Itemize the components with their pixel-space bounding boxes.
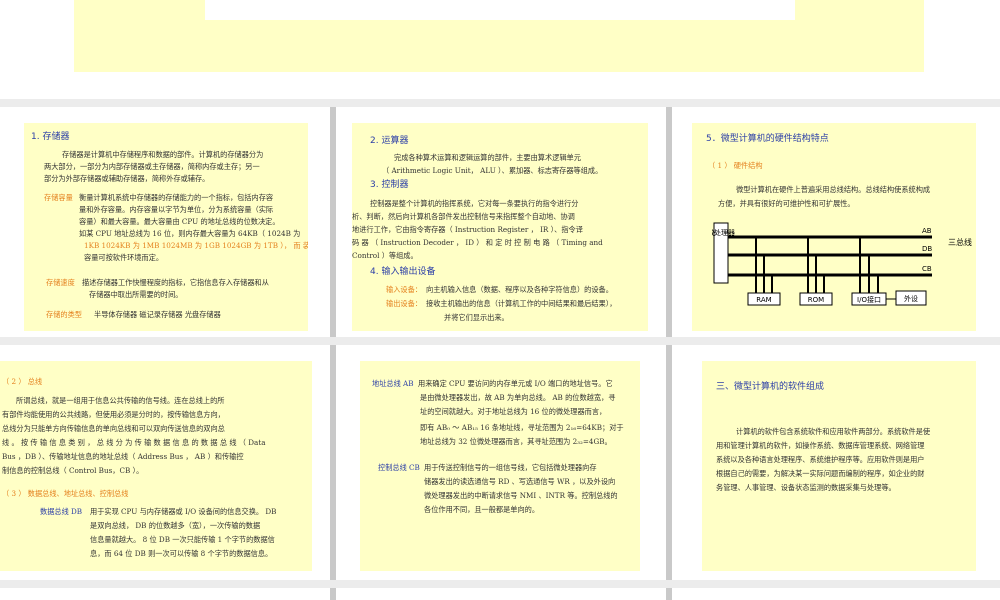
body-line: 容量）和最大容量。最大容量由 CPU 的地址总线的位数决定。 <box>79 217 280 226</box>
gap-band <box>0 580 1000 588</box>
section-title: 3. 控制器 <box>370 180 409 190</box>
body-line: 衡量计算机系统中存储器的存储能力的一个指标，包括内存容 <box>79 193 274 202</box>
section-title: 1. 存储器 <box>31 132 70 142</box>
slide-bus-intro[interactable]: （ 2 ） 总线 所谓总线，就是一组用于信息公共传输的信号线。连在总线上的所 有… <box>0 345 330 580</box>
gap-band <box>0 99 1000 107</box>
body-line: 信息量就越大。 8 位 DB 一次只能传输 1 个字节的数据信 <box>90 535 275 544</box>
body-line: 总线分为只能单方向传输信息的单向总线和可以双向传送信息的双向总 <box>2 424 225 433</box>
body-line: 是由微处理器发出，故 AB 为单向总线。 AB 的位数越宽，寻 <box>420 393 616 402</box>
yellow-panel: 地址总线 AB 用来确定 CPU 要访问的内存单元或 I/O 端口的地址信号。它… <box>360 361 640 571</box>
body-line: Bus ，DB ）、传输地址信息的地址总线（ Address Bus ， AB … <box>2 452 244 461</box>
body-line: 各位作用不同，且一般都是单向的。 <box>424 505 540 514</box>
slide-software[interactable]: 三、微型计算机的软件组成 计算机的软件包含系统软件和应用软件两部分。系统软件是使… <box>672 345 1000 580</box>
body-line: 即有 AB₀ ～ AB₁₅ 16 条地址线，寻址范围为 2₁₆=64KB；对于 <box>420 423 624 432</box>
term-label: 存储的类型 <box>46 310 82 319</box>
body-line: 线 。 按 传 输 信 息 类 别 ， 总 线 分 为 传 输 数 据 信 息 … <box>2 438 266 447</box>
io-label: I/O接口 <box>857 295 881 304</box>
section-title: 2. 运算器 <box>370 136 409 146</box>
yellow-panel: 5．微型计算机的硬件结构特点 （ 1 ） 硬件结构 微型计算机在硬件上普遍采用总… <box>692 123 976 331</box>
body-line: 控制器是整个计算机的指挥系统，它对每一条要执行的指令进行分 <box>370 199 579 208</box>
rom-label: ROM <box>808 296 824 304</box>
white-header-strip <box>205 0 795 20</box>
body-line: 向主机输入信息（数据、程序以及各种字符信息）的设备。 <box>426 285 613 294</box>
body-line: 用于传送控制信号的一组信号线，它包括微处理器向存 <box>424 463 597 472</box>
ab-label: AB <box>922 227 932 235</box>
slide-alu-controller[interactable]: 2. 运算器 完成各种算术运算和逻辑运算的部件，主要由算术逻辑单元 （ Arit… <box>336 107 666 337</box>
ram-label: RAM <box>756 296 771 304</box>
slide-bottom-right[interactable] <box>672 588 1000 600</box>
bus-label: 三总线 <box>948 237 972 247</box>
cb-label: CB <box>922 265 932 273</box>
body-line: 根据自己的需要，为解决某一实际问题而编制的程序，如企业的财 <box>716 469 925 478</box>
body-line: 有部件均能使用的公共线路，但使用必须是分时的，按传输信息方向， <box>2 410 225 419</box>
term-label: 控制总线 CB <box>378 463 420 472</box>
body-line: 容量可按软件环境而定。 <box>84 253 164 262</box>
yellow-panel: （ 2 ） 总线 所谓总线，就是一组用于信息公共传输的信号线。连在总线上的所 有… <box>0 361 312 571</box>
body-line: 地址总线为 32 位微处理器而言，其寻址范围为 2₃₂=4GB。 <box>420 437 612 446</box>
slide-top[interactable] <box>0 0 1000 99</box>
body-line: 是双向总线， DB 的位数越多（宽），一次传输的数据 <box>90 521 261 530</box>
body-line: 接收主机输出的信息（计算机工作的中间结果和最后结果）， <box>426 299 617 308</box>
body-line: 描述存储器工作快慢程度的指标，它指信息存入存储器和从 <box>82 278 269 287</box>
term-label: 输入设备： <box>386 285 422 294</box>
yellow-panel: 2. 运算器 完成各种算术运算和逻辑运算的部件，主要由算术逻辑单元 （ Arit… <box>352 123 648 331</box>
body-line: 存储器中取出所需要的时间。 <box>89 290 183 299</box>
section-title: 三、微型计算机的软件组成 <box>716 382 825 392</box>
body-line: 用于实现 CPU 与内存储器或 I/O 设备间的信息交换。 DB <box>90 507 277 516</box>
section-title: （ 2 ） 总线 <box>2 377 43 386</box>
body-line: 并将它们显示出来。 <box>444 313 509 322</box>
slide-bottom-middle[interactable] <box>336 588 666 600</box>
body-line: 务管理、人事管理、设备状态监测的数据采集与处理等。 <box>716 483 896 492</box>
bus-connectors <box>755 237 879 293</box>
gap-band <box>0 337 1000 345</box>
body-line: 析、判断，然后向计算机各部件发出控制信号来指挥整个自动地、协调 <box>352 212 575 221</box>
body-line: 微型计算机在硬件上普遍采用总线结构。总线结构使系统构成 <box>736 185 931 194</box>
term-label: 输出设备： <box>386 299 422 308</box>
body-line: 1KB 1024KB 为 1MB 1024MB 为 1GB 1024GB 为 1… <box>84 241 308 250</box>
body-line: 码 器 （ Instruction Decoder ， ID ） 和 定 时 控… <box>352 238 603 247</box>
section-title: 4. 输入输出设备 <box>370 267 436 277</box>
term-label: 数据总线 DB <box>40 507 83 516</box>
body-line: 所谓总线，就是一组用于信息公共传输的信号线。连在总线上的所 <box>16 396 225 405</box>
body-line: 方便，并具有很好的可维护性和可扩展性。 <box>718 199 855 208</box>
body-line: 用和管理计算机的软件，如操作系统、数据库管理系统、网络管理 <box>716 441 925 450</box>
body-line: 计算机的软件包含系统软件和应用软件两部分。系统软件是使 <box>736 427 931 436</box>
slide-storage[interactable]: 1. 存储器 存储器是计算机中存储程序和数据的部件。计算机的存储器分为 两大部分… <box>0 107 330 337</box>
term-label: 存储速度 <box>46 278 75 287</box>
yellow-panel: 三、微型计算机的软件组成 计算机的软件包含系统软件和应用软件两部分。系统软件是使… <box>702 361 976 571</box>
body-line: 储器发出的读选通信号 RD 、写选通信号 WR ，以及外设向 <box>424 477 616 486</box>
device-label: 外设 <box>904 294 918 303</box>
bus-diagram: 微处理器 AB DB CB 三总线 RAM ROM I/O接口 外设 <box>712 222 972 306</box>
body-line: （ Arithmetic Logic Unit， ALU ）、累加器、标志寄存器… <box>382 166 603 175</box>
subsection-title: （ 1 ） 硬件结构 <box>708 161 763 170</box>
db-label: DB <box>922 245 932 253</box>
body-line: 制信息的控制总线（ Control Bus，CB ）。 <box>2 466 144 475</box>
body-line: 量和外存容量。内存容量以字节为单位，分为系统容量（实际 <box>79 205 274 214</box>
body-line: 半导体存储器 磁记录存储器 光盘存储器 <box>94 310 221 319</box>
term-label: 存储容量 <box>44 193 73 202</box>
body-line: 用来确定 CPU 要访问的内存单元或 I/O 端口的地址信号。它 <box>418 379 613 388</box>
subsection-title: （ 3 ） 数据总线、地址总线、控制总线 <box>2 489 129 498</box>
body-line: 微处理器发出的中断请求信号 NMI 、INTR 等。控制总线的 <box>424 491 618 500</box>
body-line: 完成各种算术运算和逻辑运算的部件，主要由算术逻辑单元 <box>394 153 581 162</box>
body-line: 两大部分，一部分为内部存储器或主存储器，简称内存或主存；另一 <box>44 162 260 171</box>
slide-bottom-left[interactable] <box>0 588 330 600</box>
body-line: 地进行工作，它由指令寄存器（ Instruction Register ， IR… <box>352 225 583 234</box>
slide-hardware-structure[interactable]: 5．微型计算机的硬件结构特点 （ 1 ） 硬件结构 微型计算机在硬件上普遍采用总… <box>672 107 1000 337</box>
body-line: 址的空间就越大。对于地址总线为 16 位的微处理器而言， <box>420 407 607 416</box>
slide-address-control-bus[interactable]: 地址总线 AB 用来确定 CPU 要访问的内存单元或 I/O 端口的地址信号。它… <box>336 345 666 580</box>
body-line: 如某 CPU 地址总线为 16 位，则内存最大容量为 64KB（ 1024B 为 <box>79 229 301 238</box>
body-line: 系统以及各种语言处理程序、系统维护程序等。应用软件则是用户 <box>716 455 925 464</box>
body-line: 部分为外部存储器或辅助存储器，简称外存或辅存。 <box>44 174 210 183</box>
body-line: 存储器是计算机中存储程序和数据的部件。计算机的存储器分为 <box>62 150 264 159</box>
body-line: 息，而 64 位 DB 则一次可以传输 8 个字节的数据信息。 <box>90 549 273 558</box>
section-title: 5．微型计算机的硬件结构特点 <box>706 134 829 144</box>
body-line: Control ）等组成。 <box>352 251 418 260</box>
yellow-panel: 1. 存储器 存储器是计算机中存储程序和数据的部件。计算机的存储器分为 两大部分… <box>24 123 308 331</box>
term-label: 地址总线 AB <box>372 379 414 388</box>
